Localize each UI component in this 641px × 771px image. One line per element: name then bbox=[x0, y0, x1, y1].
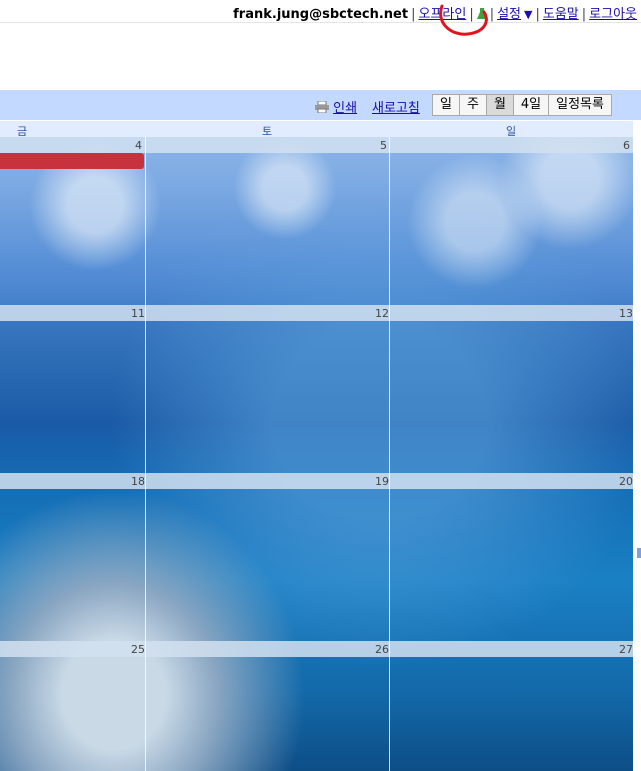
help-link[interactable]: 도움말 bbox=[543, 7, 579, 22]
date-label[interactable]: 4 bbox=[135, 139, 142, 152]
date-label[interactable]: 6 bbox=[623, 139, 630, 152]
separator: | bbox=[411, 7, 416, 22]
date-label[interactable]: 11 bbox=[131, 307, 145, 320]
calendar-toolbar: 인쇄 새로고침 일 주 월 4일 일정목록 bbox=[0, 90, 641, 120]
date-label[interactable]: 27 bbox=[619, 643, 633, 656]
view-switcher: 일 주 월 4일 일정목록 bbox=[432, 94, 612, 116]
date-label[interactable]: 13 bbox=[619, 307, 633, 320]
print-link[interactable]: 인쇄 bbox=[333, 101, 357, 116]
separator: | bbox=[581, 7, 587, 22]
date-label[interactable]: 12 bbox=[375, 307, 389, 320]
view-day-button[interactable]: 일 bbox=[432, 94, 460, 116]
date-label[interactable]: 18 bbox=[131, 475, 145, 488]
header-divider bbox=[0, 22, 641, 23]
collapse-handle[interactable] bbox=[637, 548, 641, 558]
print-control[interactable]: 인쇄 bbox=[315, 97, 357, 116]
date-label[interactable]: 5 bbox=[380, 139, 387, 152]
view-4day-button[interactable]: 4일 bbox=[513, 94, 550, 116]
settings-dropdown-icon[interactable]: ▼ bbox=[524, 8, 532, 21]
user-email: frank.jung@sbctech.net bbox=[233, 7, 409, 22]
settings-link[interactable]: 설정 bbox=[497, 7, 521, 22]
date-label[interactable]: 19 bbox=[375, 475, 389, 488]
date-label[interactable]: 26 bbox=[375, 643, 389, 656]
week-row: 18 19 20 bbox=[0, 473, 633, 489]
logout-link[interactable]: 로그아웃 bbox=[589, 7, 637, 22]
day-header-row: 금 토 일 bbox=[0, 121, 633, 138]
separator: | bbox=[469, 7, 474, 22]
date-label[interactable]: 20 bbox=[619, 475, 633, 488]
offline-link[interactable]: 오프라인 bbox=[418, 7, 466, 22]
column-divider bbox=[145, 137, 146, 771]
month-grid: 4 5 6 11 12 13 18 19 20 25 26 27 bbox=[0, 137, 633, 771]
view-agenda-button[interactable]: 일정목록 bbox=[549, 94, 612, 116]
view-month-button[interactable]: 월 bbox=[486, 94, 514, 116]
week-row: 4 5 6 bbox=[0, 137, 633, 153]
week-row: 25 26 27 bbox=[0, 641, 633, 657]
refresh-control[interactable]: 새로고침 bbox=[372, 97, 420, 116]
separator: | bbox=[535, 7, 540, 22]
date-label[interactable]: 25 bbox=[131, 643, 145, 656]
refresh-link[interactable]: 새로고침 bbox=[372, 101, 420, 116]
view-week-button[interactable]: 주 bbox=[459, 94, 487, 116]
account-links: frank.jung@sbctech.net | 오프라인 | | 설정 ▼ | 도움말 | 로그아… bbox=[233, 3, 637, 24]
top-bar: frank.jung@sbctech.net | 오프라인 | | 설정 ▼ | 도움말 | 로그아… bbox=[0, 0, 641, 22]
printer-icon bbox=[315, 100, 329, 114]
calendar-event[interactable] bbox=[0, 153, 144, 169]
column-divider bbox=[389, 137, 390, 771]
separator: | bbox=[489, 7, 495, 22]
week-row: 11 12 13 bbox=[0, 305, 633, 321]
